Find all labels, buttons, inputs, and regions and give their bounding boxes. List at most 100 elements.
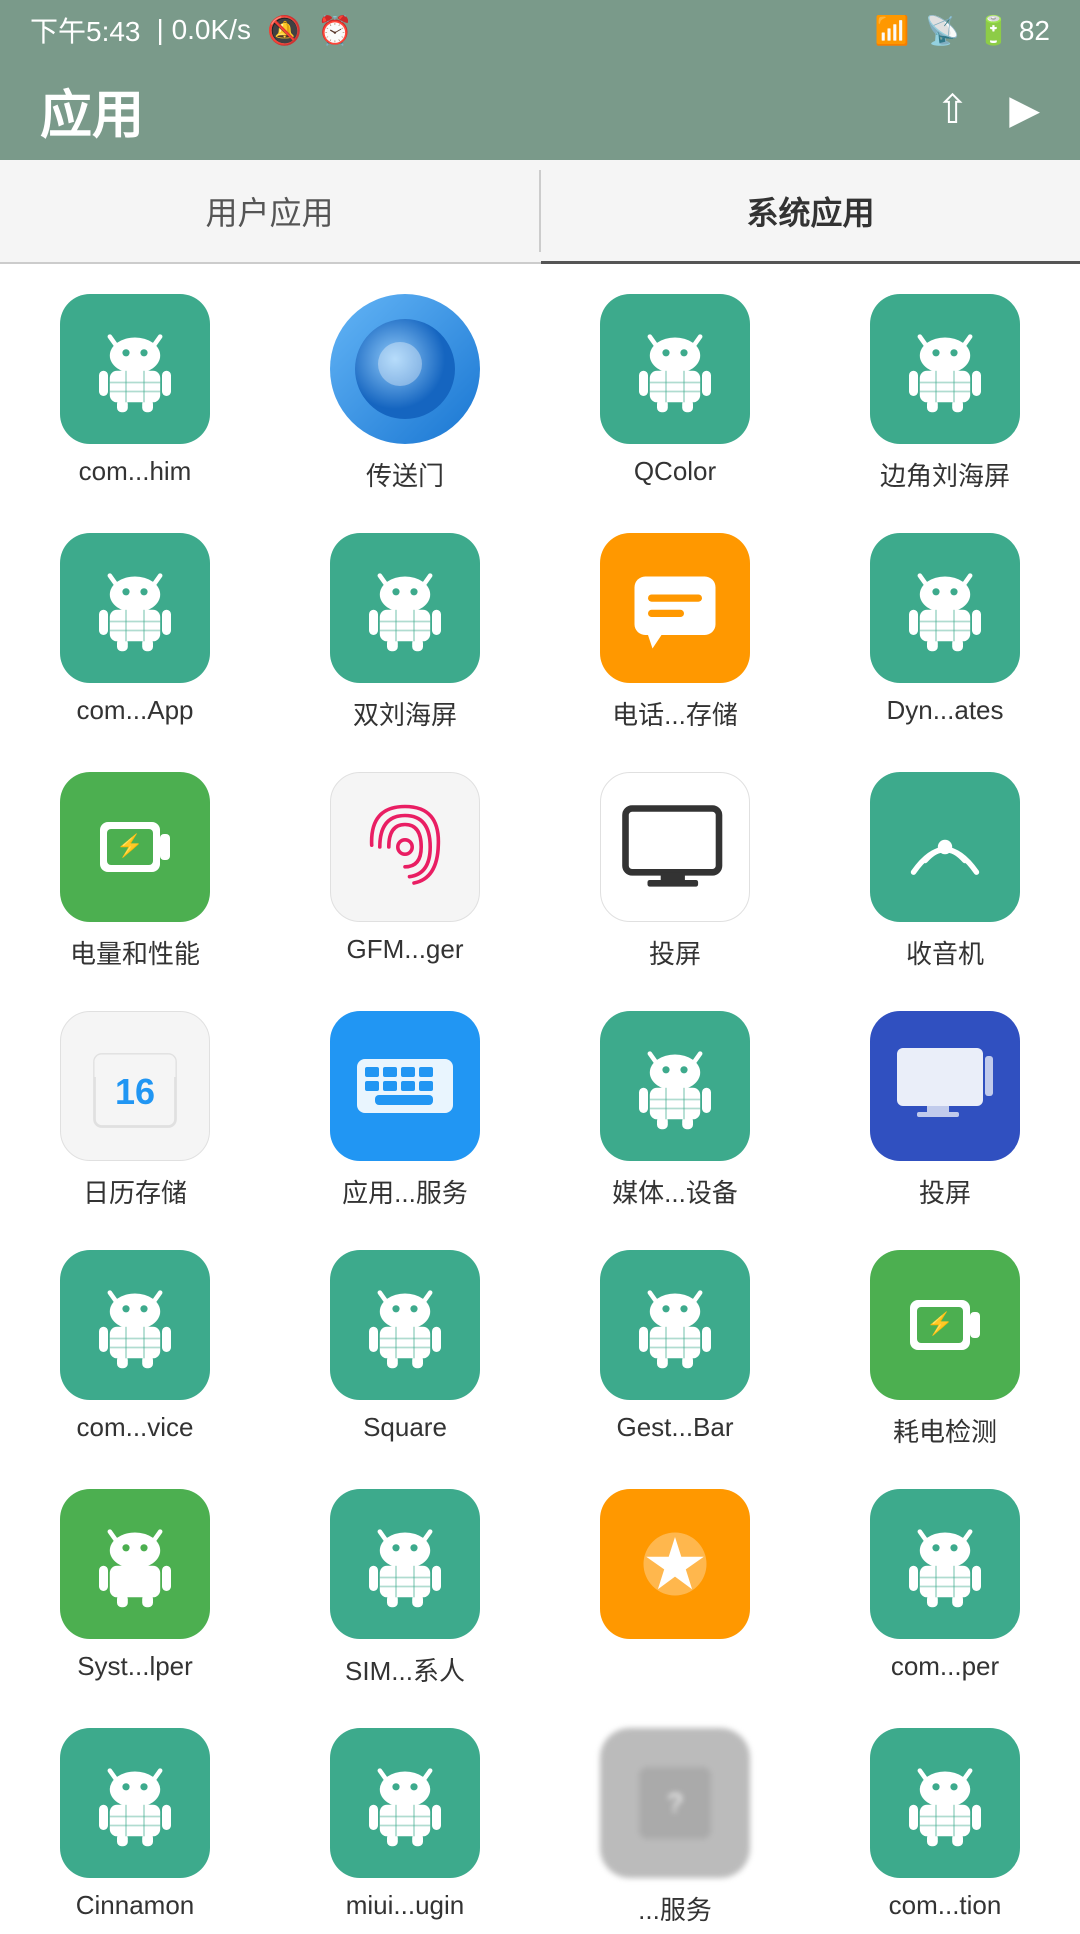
tab-system-apps[interactable]: 系统应用 (541, 160, 1080, 262)
app-icon (330, 1011, 480, 1161)
list-item[interactable]: 收音机 (820, 762, 1070, 981)
app-icon (600, 1011, 750, 1161)
status-time: 下午5:43 (30, 10, 141, 50)
list-item[interactable]: Cinnamon (10, 1718, 260, 1934)
app-label: Syst...lper (77, 1651, 193, 1682)
app-label: 耗电检测 (893, 1412, 997, 1449)
app-icon: 16 (60, 1011, 210, 1161)
app-label: 传送门 (366, 456, 444, 493)
list-item[interactable]: 应用...服务 (280, 1001, 530, 1220)
app-label: QColor (634, 456, 716, 487)
app-icon (330, 533, 480, 683)
forward-button[interactable]: ▶ (1009, 87, 1040, 133)
app-label: 收音机 (906, 934, 984, 971)
list-item[interactable]: SIM...系人 (280, 1479, 530, 1698)
app-icon (330, 772, 480, 922)
page-title: 应用 (40, 73, 144, 148)
list-item[interactable]: Syst...lper (10, 1479, 260, 1698)
list-item[interactable]: 双刘海屏 (280, 523, 530, 742)
app-icon (870, 533, 1020, 683)
app-label: Cinnamon (76, 1890, 195, 1921)
app-icon: ⚡ (60, 772, 210, 922)
app-icon (60, 294, 210, 444)
alarm-icon: ⏰ (318, 14, 353, 47)
app-label: miui...ugin (346, 1890, 465, 1921)
app-icon (870, 294, 1020, 444)
app-icon (600, 294, 750, 444)
app-icon (330, 294, 480, 444)
list-item[interactable]: com...tion (820, 1718, 1070, 1934)
header-actions: ⇧ ▶ (936, 87, 1040, 133)
list-item[interactable]: Gest...Bar (550, 1240, 800, 1459)
app-label: 投屏 (919, 1173, 971, 1210)
status-left: 下午5:43 | 0.0K/s 🔕 ⏰ (30, 10, 353, 50)
list-item[interactable]: 媒体...设备 (550, 1001, 800, 1220)
mute-icon: 🔕 (267, 14, 302, 47)
svg-text:⚡: ⚡ (116, 833, 143, 859)
status-right: 📶 📡 🔋 82 (874, 14, 1050, 47)
status-network: | 0.0K/s (157, 14, 251, 46)
share-button[interactable]: ⇧ (936, 87, 970, 133)
list-item[interactable]: 电话...存储 (550, 523, 800, 742)
list-item[interactable]: com...vice (10, 1240, 260, 1459)
app-label: 应用...服务 (342, 1173, 468, 1210)
list-item[interactable]: miui...ugin (280, 1718, 530, 1934)
app-label: SIM...系人 (345, 1651, 465, 1688)
app-label: 媒体...设备 (612, 1173, 738, 1210)
app-label: com...tion (889, 1890, 1002, 1921)
app-icon (60, 1489, 210, 1639)
app-icon (330, 1250, 480, 1400)
list-item[interactable]: com...him (10, 284, 260, 503)
app-label: 日历存储 (83, 1173, 187, 1210)
app-label: Square (363, 1412, 447, 1443)
list-item[interactable]: com...App (10, 523, 260, 742)
app-icon (870, 1489, 1020, 1639)
tab-bar: 用户应用 系统应用 (0, 160, 1080, 264)
app-label: GFM...ger (346, 934, 463, 965)
list-item[interactable]: Dyn...ates (820, 523, 1070, 742)
list-item[interactable]: com...per (820, 1479, 1070, 1698)
app-icon (870, 1011, 1020, 1161)
app-icon (60, 533, 210, 683)
status-bar: 下午5:43 | 0.0K/s 🔕 ⏰ 📶 📡 🔋 82 (0, 0, 1080, 60)
app-icon (330, 1728, 480, 1878)
list-item[interactable]: 投屏 (820, 1001, 1070, 1220)
list-item[interactable]: ⚡ 电量和性能 (10, 762, 260, 981)
list-item[interactable]: 边角刘海屏 (820, 284, 1070, 503)
list-item[interactable]: 投屏 (550, 762, 800, 981)
list-item[interactable]: QColor (550, 284, 800, 503)
app-label: 投屏 (649, 934, 701, 971)
list-item[interactable]: ⚡ 耗电检测 (820, 1240, 1070, 1459)
app-icon: ⚡ (870, 1250, 1020, 1400)
app-icon (600, 772, 750, 922)
app-label: 电量和性能 (70, 934, 200, 971)
list-item[interactable]: 16 日历存储 (10, 1001, 260, 1220)
app-grid: com...him 传送门 QColor (0, 264, 1080, 1934)
list-item[interactable]: Square (280, 1240, 530, 1459)
list-item[interactable] (550, 1479, 800, 1698)
battery-indicator: 🔋 82 (976, 14, 1050, 47)
app-label: 边角刘海屏 (880, 456, 1010, 493)
list-item[interactable]: ? ...服务 (550, 1718, 800, 1934)
app-label: com...App (76, 695, 193, 726)
app-icon (870, 772, 1020, 922)
app-icon: ? (600, 1728, 750, 1878)
header: 应用 ⇧ ▶ (0, 60, 1080, 160)
tab-user-apps[interactable]: 用户应用 (0, 160, 539, 262)
signal-icon: 📶 (874, 14, 909, 47)
svg-text:?: ? (667, 1788, 682, 1818)
list-item[interactable]: 传送门 (280, 284, 530, 503)
svg-text:⚡: ⚡ (926, 1311, 953, 1337)
app-icon (60, 1728, 210, 1878)
app-label: 双刘海屏 (353, 695, 457, 732)
wifi-icon: 📡 (925, 14, 960, 47)
app-label: com...per (891, 1651, 999, 1682)
app-label: Gest...Bar (616, 1412, 733, 1443)
app-icon (600, 1250, 750, 1400)
app-icon (600, 1489, 750, 1639)
app-icon (600, 533, 750, 683)
app-icon (60, 1250, 210, 1400)
list-item[interactable]: GFM...ger (280, 762, 530, 981)
app-label: 电话...存储 (612, 695, 738, 732)
app-label: Dyn...ates (886, 695, 1003, 726)
